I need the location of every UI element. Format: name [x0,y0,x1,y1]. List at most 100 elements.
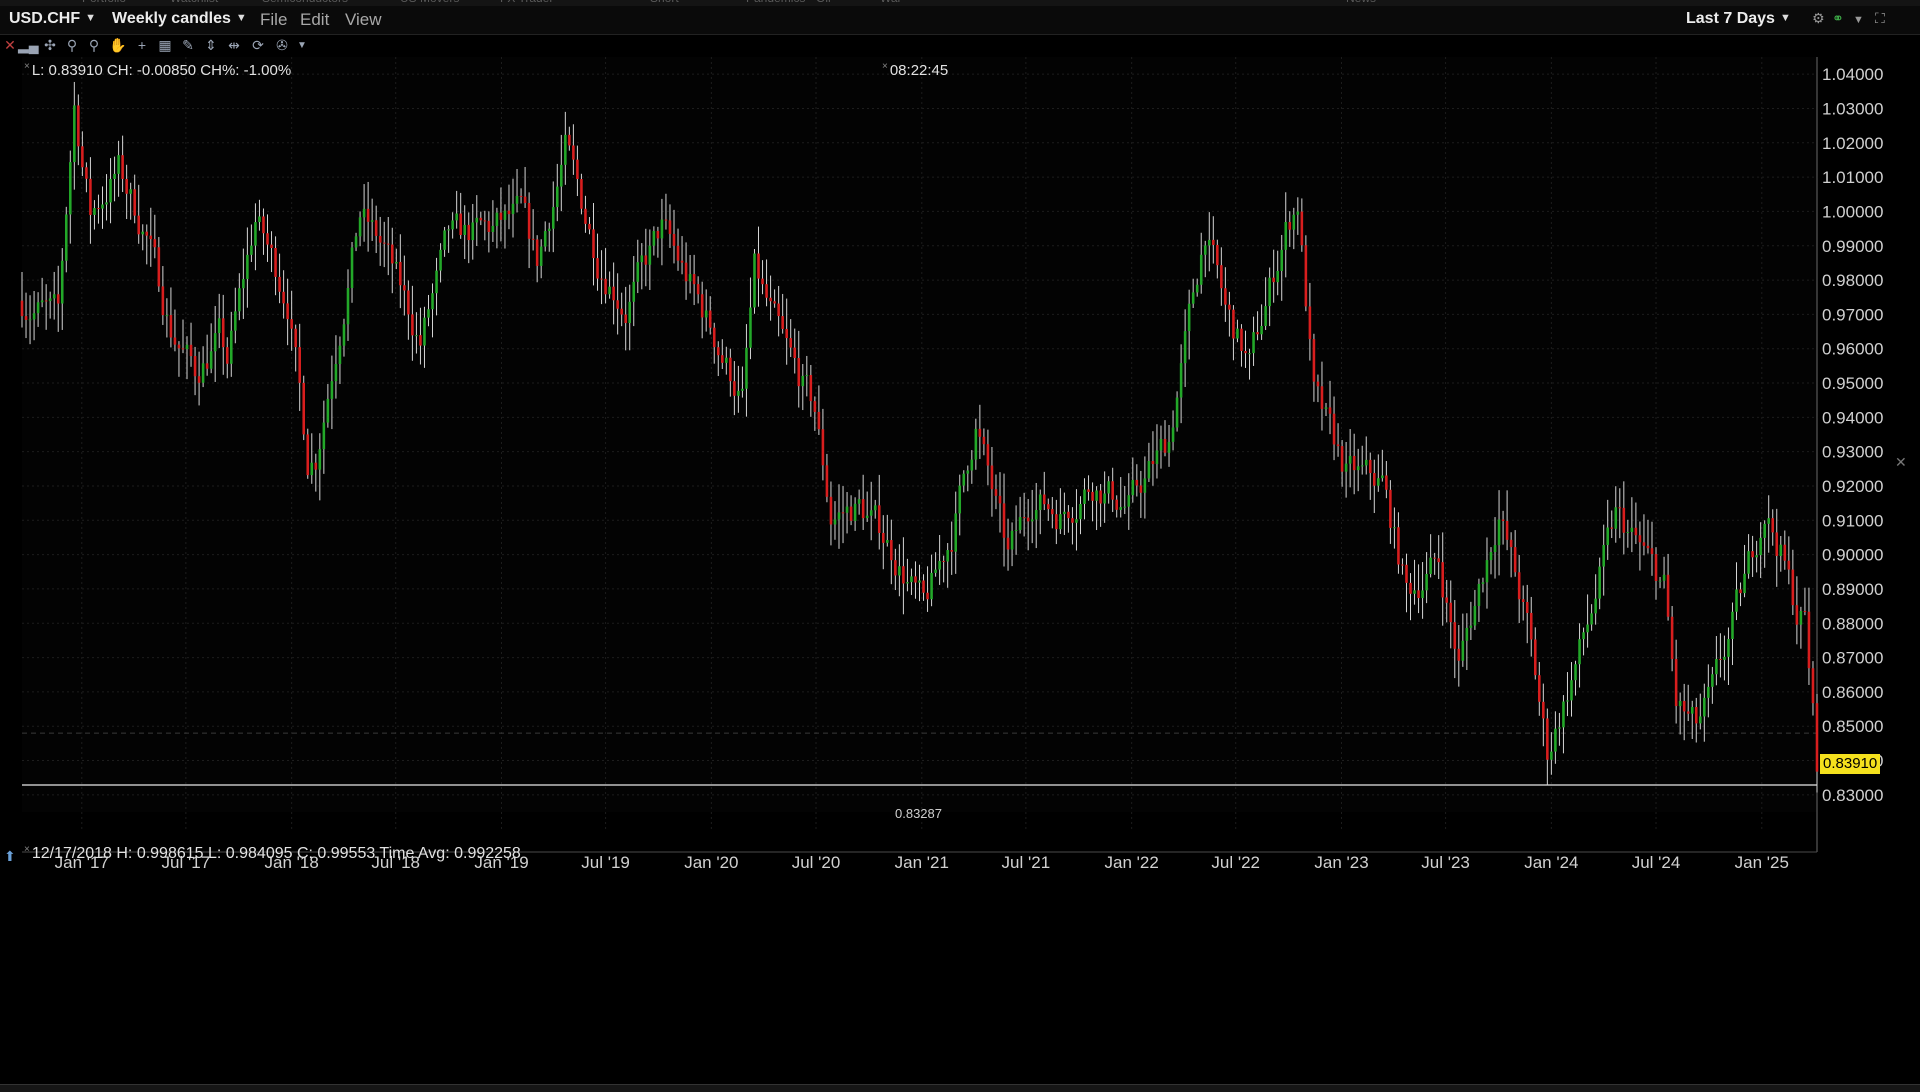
candle-body [1203,245,1207,255]
refresh-icon[interactable]: ⟳ [248,37,268,54]
candle-body [1538,675,1541,702]
y-tick-label: 0.89000 [1822,580,1883,599]
hand-icon[interactable]: ✋ [108,37,128,54]
top-tab[interactable]: US Movers [400,0,459,5]
candle-body [1775,532,1779,556]
candle-body [797,358,801,387]
zoom-in-icon[interactable]: ⚲ [62,37,82,54]
candle-body [1473,605,1477,626]
candle-body [1381,475,1384,479]
candle-body [1268,277,1271,307]
candle-body [201,363,205,383]
x-tick-label: Jan '23 [1314,853,1368,872]
candle-body [1707,686,1710,698]
symbol-selector[interactable]: USD.CHF ▼ [9,10,96,28]
gear-icon[interactable]: ⚙ [1812,10,1825,27]
candle-body [479,217,483,221]
candle-body [1457,648,1461,661]
y-tick-label: 0.96000 [1822,340,1883,359]
candle-body [286,303,289,320]
candle-body [592,229,595,259]
top-tab[interactable]: Watchlist [170,0,218,5]
pin-icon[interactable]: ⬆ [4,848,16,865]
candle-body [1103,493,1106,504]
top-tab[interactable]: Oil [816,0,831,5]
close-icon[interactable]: × [24,61,30,72]
studies-icon[interactable]: ▦ [155,37,175,54]
candle-body [547,228,551,232]
period-selector[interactable]: Weekly candles ▼ [112,10,247,28]
candle-body [89,178,92,215]
menu-file[interactable]: File [260,10,287,30]
candle-body [817,411,821,430]
candle-body [302,382,306,435]
candle-body [145,231,149,236]
bar-chart-icon[interactable]: ▂▄ [18,37,39,54]
menu-view[interactable]: View [345,10,382,30]
dropdown-icon[interactable]: ▼ [292,40,312,51]
maximize-icon[interactable]: ⛶ [1875,10,1885,27]
chart-area[interactable]: 1.04000 1.03000 1.02000 1.01000 1.00000 0.990… [0,57,1920,1091]
candle-body [1344,463,1348,472]
top-tab[interactable]: Semiconductors [262,0,348,5]
split-icon[interactable]: ⇕ [201,37,221,54]
candle-body [282,291,285,304]
close-pane-icon[interactable]: ✕ [1895,454,1907,471]
candle-body [527,202,531,239]
candle-body [73,105,76,163]
candle-body [1151,461,1155,465]
link-icon[interactable]: ⚭ [1832,10,1844,27]
candle-body [415,335,418,337]
y-tick-label: 1.01000 [1822,168,1883,187]
zoom-out-icon[interactable]: ⚲ [84,37,104,54]
candle-body [1469,625,1473,628]
candle-body [427,309,430,318]
candle-body [1336,444,1340,447]
y-tick-label: 1.04000 [1822,65,1883,84]
candle-body [1582,632,1585,640]
top-tab[interactable]: Portfolio [82,0,126,5]
candle-body [24,316,28,320]
candle-body [733,381,736,396]
close-icon[interactable]: × [24,844,30,855]
close-icon[interactable]: × [882,61,888,72]
candle-body [1026,517,1030,522]
close-icon[interactable]: ✕ [0,37,20,54]
draw-icon[interactable]: ✎ [178,37,198,54]
candle-body [1304,245,1308,307]
candle-body [894,560,897,576]
candle-body [1445,597,1449,603]
candle-body [910,576,913,583]
candle-body [1127,495,1131,507]
candle-body [390,244,394,264]
candle-body [688,274,692,282]
cross-icon[interactable]: + [132,37,152,53]
top-tab[interactable]: Short [650,0,679,5]
top-tab[interactable]: FX Trader [500,0,553,5]
candlestick-chart[interactable]: 1.04000 1.03000 1.02000 1.01000 1.00000 0.990… [0,57,1920,1091]
candle-body [185,344,189,350]
candle-body [813,401,817,412]
candle-body [1115,499,1118,510]
candle-body [1147,461,1151,479]
menu-icon[interactable]: ▼ [1853,14,1864,26]
crosshair-icon[interactable]: ✣ [40,37,60,54]
candle-body [1212,239,1215,245]
candle-body [1429,557,1432,574]
candle-body [1739,589,1742,594]
menu-edit[interactable]: Edit [300,10,329,30]
candle-body [1320,386,1324,409]
range-selector[interactable]: Last 7 Days ▼ [1686,10,1791,28]
top-tab[interactable]: Pandemics [746,0,805,5]
align-icon[interactable]: ⇹ [224,37,244,54]
candle-body [869,510,873,516]
candle-body [1183,331,1187,364]
wrench-icon[interactable]: ✇ [272,37,292,54]
candle-body [918,580,921,583]
candle-body [1723,656,1726,660]
candle-body [137,215,141,235]
candle-body [555,186,559,208]
candle-body [189,344,193,357]
top-tab[interactable]: News [1346,0,1376,5]
top-tab[interactable]: War [880,0,902,5]
